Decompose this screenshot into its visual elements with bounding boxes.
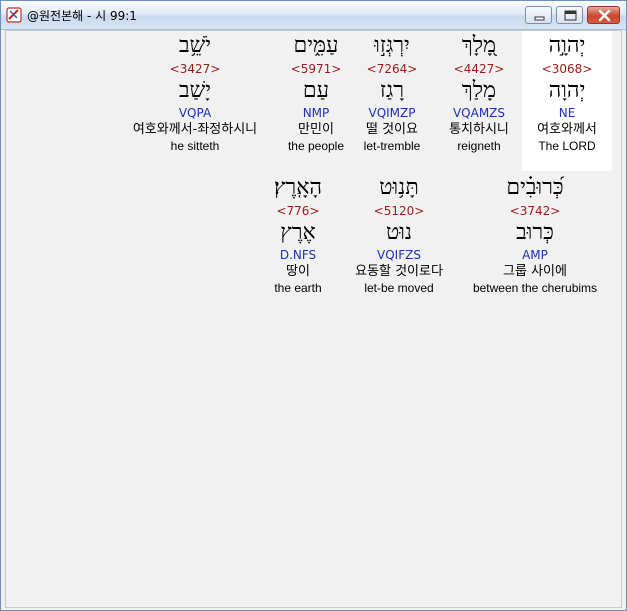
word-block[interactable]: הָאָֽרֶץ׃ <776> אֶרֶץ D.NFS 땅이 the earth xyxy=(248,173,348,296)
interlinear-view[interactable]: יְהוָ֣ה <3068> יְהוָה NE 여호와께서 The LORD … xyxy=(5,30,622,608)
hebrew-word: יֹשֵׁ֥ב xyxy=(179,33,211,58)
close-icon xyxy=(598,9,611,22)
korean-gloss: 만민이 xyxy=(298,122,334,137)
close-button[interactable] xyxy=(587,6,620,24)
app-window: @원전본해 - 시 99:1 יְהוָ֣ה <3068> יְהוָה NE xyxy=(0,0,627,611)
word-block[interactable]: יֹשֵׁ֥ב <3427> יָשַׁב VQPA 여호와께서-좌정하시니 h… xyxy=(130,31,260,154)
english-gloss: let-be moved xyxy=(364,281,434,295)
hebrew-word: עַמִּ֑ים xyxy=(293,33,339,58)
parsing-code: VQIFZS xyxy=(377,248,421,262)
strong-number[interactable]: <3427> xyxy=(130,61,260,77)
hebrew-root: אֶרֶץ xyxy=(280,220,316,245)
minimize-icon xyxy=(534,16,545,21)
parsing-code: VQPA xyxy=(178,106,212,120)
hebrew-root: עַם xyxy=(302,78,330,103)
strong-number[interactable]: <776> xyxy=(248,203,348,219)
korean-gloss: 요동할 것이로다 xyxy=(355,264,443,279)
strong-number[interactable]: <3742> xyxy=(465,203,605,219)
hebrew-root: יָשַׁב xyxy=(179,78,211,103)
hebrew-root: כְּרוּב xyxy=(516,220,554,245)
korean-gloss: 그룹 사이에 xyxy=(503,264,567,279)
title-bar[interactable]: @원전본해 - 시 99:1 xyxy=(1,1,626,30)
scroll-icon[interactable] xyxy=(5,6,23,24)
word-block[interactable]: עַמִּ֑ים <5971> עַם NMP 만민이 the people xyxy=(261,31,371,154)
english-gloss: the people xyxy=(287,139,345,153)
maximize-button[interactable] xyxy=(556,6,583,24)
korean-gloss: 여호와께서-좌정하시니 xyxy=(132,122,258,137)
minimize-button[interactable] xyxy=(525,6,552,24)
hebrew-root: נוּט xyxy=(385,220,413,245)
hebrew-word: הָאָֽרֶץ׃ xyxy=(273,175,323,200)
hebrew-word: תָּנ֥וּט xyxy=(379,175,419,200)
word-block[interactable]: כְּ֝רוּבִ֗ים <3742> כְּרוּב AMP 그룹 사이에 b… xyxy=(465,173,605,296)
strong-number[interactable]: <5971> xyxy=(261,61,371,77)
english-gloss: the earth xyxy=(274,281,322,295)
hebrew-word: כְּ֝רוּבִ֗ים xyxy=(506,175,564,200)
window-title: @원전본해 - 시 99:1 xyxy=(27,9,137,23)
parsing-code: AMP xyxy=(522,248,548,262)
korean-gloss: 땅이 xyxy=(286,264,310,279)
english-gloss: he sitteth xyxy=(170,139,220,153)
english-gloss: between the cherubims xyxy=(472,281,598,295)
parsing-code: D.NFS xyxy=(279,248,317,262)
word-block[interactable]: תָּנ֥וּט <5120> נוּט VQIFZS 요동할 것이로다 let… xyxy=(343,173,455,296)
parsing-code: NMP xyxy=(302,106,330,120)
strong-number[interactable]: <5120> xyxy=(343,203,455,219)
maximize-icon xyxy=(564,10,577,21)
